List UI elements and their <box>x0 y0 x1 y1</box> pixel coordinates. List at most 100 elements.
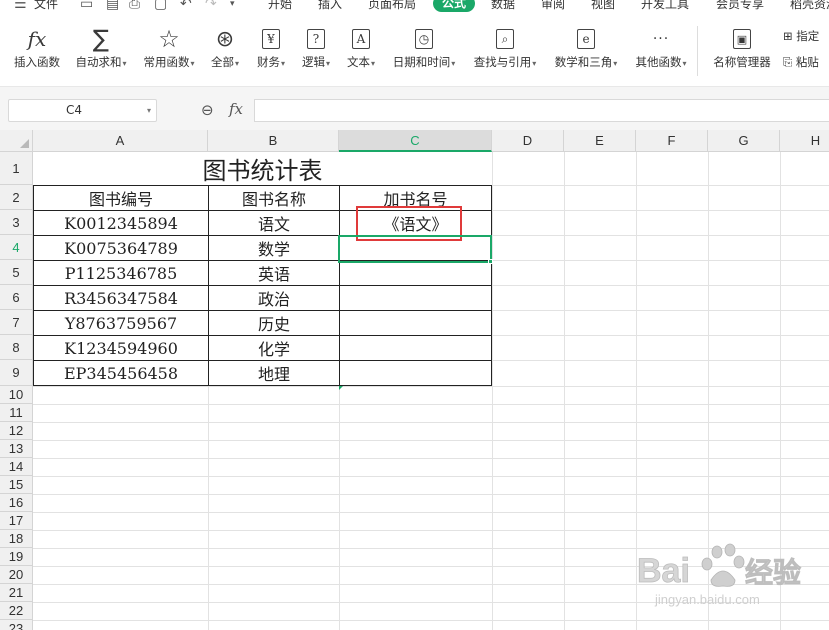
chevron-down-icon[interactable]: ▾ <box>147 100 151 121</box>
row-header-12[interactable]: 12 <box>0 422 33 440</box>
row-header-21[interactable]: 21 <box>0 584 33 602</box>
all-functions-button[interactable]: ⊛ 全部▾ <box>207 26 243 70</box>
file-menu[interactable]: 文件 <box>34 0 58 12</box>
formula-input[interactable] <box>254 99 829 122</box>
row-header-11[interactable]: 11 <box>0 404 33 422</box>
tab-home[interactable]: 开始 <box>268 0 292 12</box>
paste-name-button[interactable]: ⎘ 粘贴 <box>783 54 819 70</box>
tab-docer[interactable]: 稻壳资源 <box>790 0 829 12</box>
finance-button[interactable]: ¥ 财务▾ <box>253 26 289 70</box>
cell-name[interactable]: 数学 <box>209 236 339 260</box>
row-header-7[interactable]: 7 <box>0 310 33 335</box>
text-button[interactable]: A 文本▾ <box>343 26 379 70</box>
header-cell-id[interactable]: 图书编号 <box>34 186 208 210</box>
tab-developer[interactable]: 开发工具 <box>641 0 689 12</box>
logic-label: 逻辑 <box>301 55 325 69</box>
cell-id[interactable]: R3456347584 <box>34 286 208 310</box>
column-header-b[interactable]: B <box>208 130 339 152</box>
specify-button[interactable]: ⊞ 指定 <box>783 28 819 44</box>
row-header-2[interactable]: 2 <box>0 185 33 210</box>
row-header-10[interactable]: 10 <box>0 386 33 404</box>
menu-icon[interactable]: ☰ <box>14 0 27 12</box>
insert-function-button[interactable]: fx 插入函数 <box>10 26 64 70</box>
math-button[interactable]: e 数学和三角▾ <box>550 26 622 70</box>
row-header-8[interactable]: 8 <box>0 335 33 360</box>
cell-quoted[interactable] <box>340 261 491 285</box>
lookup-button[interactable]: ⌕ 查找与引用▾ <box>469 26 541 70</box>
cell-name[interactable]: 英语 <box>209 261 339 285</box>
cell-name[interactable]: 语文 <box>209 211 339 235</box>
column-header-h[interactable]: H <box>780 130 829 152</box>
row-header-19[interactable]: 19 <box>0 548 33 566</box>
row-header-15[interactable]: 15 <box>0 476 33 494</box>
row-header-3[interactable]: 3 <box>0 210 33 235</box>
tab-insert[interactable]: 插入 <box>318 0 342 12</box>
redo-icon[interactable]: ↷ <box>205 0 217 12</box>
sheet-title[interactable]: 图书统计表 <box>34 152 491 185</box>
tab-member[interactable]: 会员专享 <box>716 0 764 12</box>
zoom-icon[interactable]: ⊖ <box>201 101 214 119</box>
all-label: 全部 <box>210 55 234 69</box>
cell-quoted[interactable] <box>340 361 491 385</box>
cell-quoted[interactable] <box>340 311 491 335</box>
print-icon[interactable]: ⎙ <box>129 0 140 12</box>
common-functions-button[interactable]: ☆ 常用函数▾ <box>139 25 199 70</box>
column-header-c[interactable]: C <box>339 130 492 152</box>
row-header-9[interactable]: 9 <box>0 360 33 386</box>
cell-id[interactable]: Y8763759567 <box>34 311 208 335</box>
fill-handle[interactable] <box>488 259 493 264</box>
header-cell-name[interactable]: 图书名称 <box>209 186 339 210</box>
cell-id[interactable]: K0012345894 <box>34 211 208 235</box>
row-header-4[interactable]: 4 <box>0 235 33 260</box>
save-icon[interactable]: ▭ <box>80 0 93 12</box>
row-header-6[interactable]: 6 <box>0 285 33 310</box>
row-header-13[interactable]: 13 <box>0 440 33 458</box>
cell-quoted[interactable] <box>340 286 491 310</box>
logic-button[interactable]: ? 逻辑▾ <box>298 26 334 70</box>
row-header-18[interactable]: 18 <box>0 530 33 548</box>
tab-data[interactable]: 数据 <box>491 0 515 12</box>
row-header-22[interactable]: 22 <box>0 602 33 620</box>
gridline <box>33 620 829 621</box>
cell-id[interactable]: K1234594960 <box>34 336 208 360</box>
row-header-1[interactable]: 1 <box>0 152 33 185</box>
preview-icon[interactable]: ▢ <box>154 0 167 12</box>
cell-id[interactable]: EP345456458 <box>34 361 208 385</box>
cell-name[interactable]: 地理 <box>209 361 339 385</box>
undo-icon[interactable]: ↶ <box>180 0 192 12</box>
fx-icon[interactable]: fx <box>229 100 243 118</box>
row-header-17[interactable]: 17 <box>0 512 33 530</box>
name-box[interactable]: C4 ▾ <box>8 99 157 122</box>
column-header-g[interactable]: G <box>708 130 780 152</box>
row-header-5[interactable]: 5 <box>0 260 33 285</box>
column-header-d[interactable]: D <box>492 130 564 152</box>
cell-quoted[interactable] <box>340 336 491 360</box>
column-header-f[interactable]: F <box>636 130 708 152</box>
column-header-e[interactable]: E <box>564 130 636 152</box>
cell-name[interactable]: 化学 <box>209 336 339 360</box>
row-header-16[interactable]: 16 <box>0 494 33 512</box>
other-functions-button[interactable]: ··· 其他函数▾ <box>630 26 692 70</box>
cell-id[interactable]: K0075364789 <box>34 236 208 260</box>
gridline <box>33 422 829 423</box>
cell-name[interactable]: 历史 <box>209 311 339 335</box>
export-icon[interactable]: ▤ <box>106 0 119 12</box>
tab-view[interactable]: 视图 <box>591 0 615 12</box>
chevron-down-icon: ▾ <box>280 59 285 68</box>
select-all-corner[interactable] <box>0 130 33 152</box>
autosum-button[interactable]: ∑ 自动求和▾ <box>71 25 131 70</box>
datetime-button[interactable]: ◷ 日期和时间▾ <box>388 26 460 70</box>
tab-page-layout[interactable]: 页面布局 <box>368 0 416 12</box>
cell-name[interactable]: 政治 <box>209 286 339 310</box>
ribbon: fx 插入函数 ∑ 自动求和▾ ☆ 常用函数▾ ⊛ 全部▾ ¥ 财务▾ ? 逻辑… <box>0 14 829 86</box>
tab-review[interactable]: 审阅 <box>541 0 565 12</box>
name-manager-button[interactable]: ▣ 名称管理器 <box>709 26 775 70</box>
row-header-23[interactable]: 23 <box>0 620 33 630</box>
row-header-20[interactable]: 20 <box>0 566 33 584</box>
column-header-a[interactable]: A <box>33 130 208 152</box>
active-cell-selection[interactable] <box>338 235 492 263</box>
quick-access-dropdown-icon[interactable]: ▾ <box>230 0 235 9</box>
tab-formulas[interactable]: 公式 <box>433 0 476 12</box>
cell-id[interactable]: P1125346785 <box>34 261 208 285</box>
row-header-14[interactable]: 14 <box>0 458 33 476</box>
